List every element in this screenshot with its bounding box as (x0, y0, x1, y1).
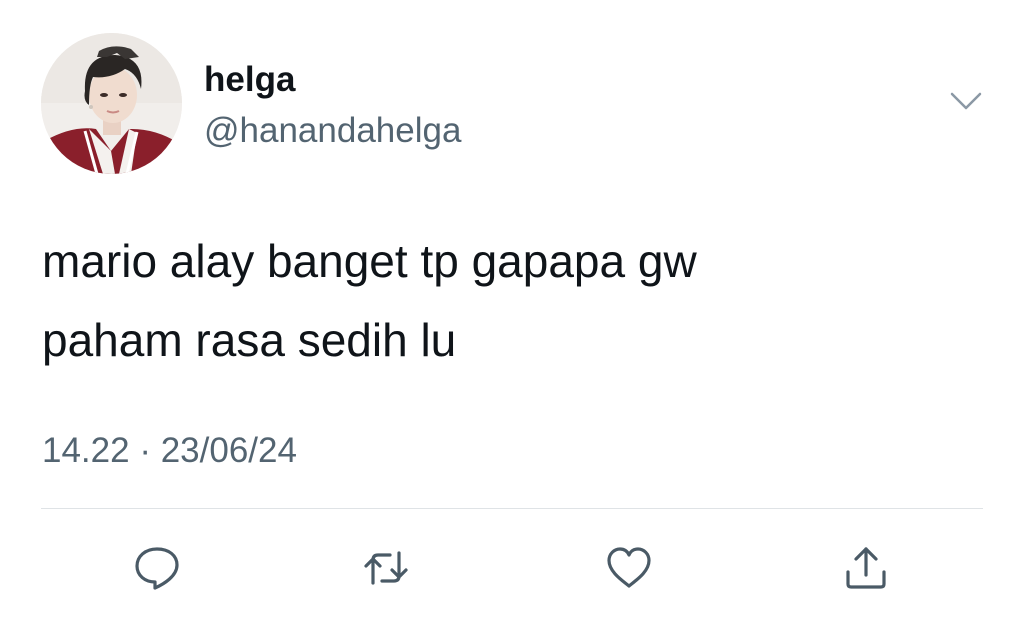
more-options-button[interactable] (948, 88, 984, 114)
share-icon (846, 547, 886, 589)
tweet-date: 23/06/24 (160, 431, 297, 470)
profile-photo (41, 33, 182, 174)
retweet-button[interactable] (360, 542, 412, 594)
timestamp-separator: · (139, 431, 151, 470)
tweet-text-line: mario alay banget tp gapapa gw (42, 235, 697, 287)
tweet-text-line: paham rasa sedih lu (42, 314, 457, 366)
share-button[interactable] (840, 542, 892, 594)
chevron-down-icon (950, 92, 982, 110)
like-button[interactable] (603, 542, 655, 594)
heart-icon (607, 547, 651, 588)
reply-icon (135, 547, 179, 590)
divider (41, 508, 983, 509)
tweet-timestamp[interactable]: 14.22 · 23/06/24 (42, 429, 297, 473)
user-handle[interactable]: @hanandahelga (204, 109, 461, 153)
tweet-time: 14.22 (42, 431, 130, 470)
avatar[interactable] (41, 33, 182, 174)
display-name[interactable]: helga (204, 58, 295, 102)
tweet-text: mario alay banget tp gapapa gw paham ras… (42, 222, 962, 380)
retweet-icon (364, 551, 408, 585)
reply-button[interactable] (131, 542, 183, 594)
